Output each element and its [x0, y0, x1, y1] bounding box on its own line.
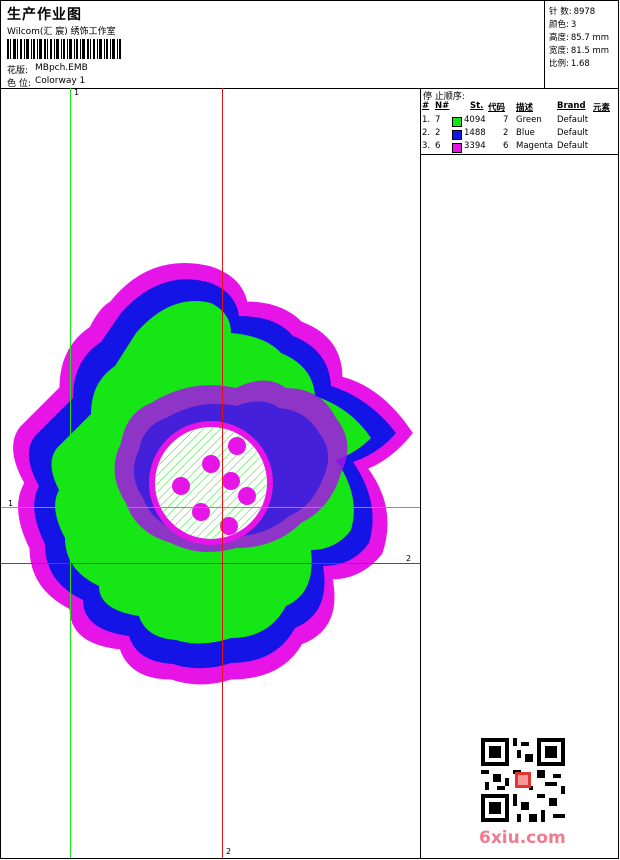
panel-divider [421, 154, 618, 155]
design-canvas[interactable]: 1 1 2 2 [1, 88, 421, 858]
stat-width: 宽度: 81.5 mm [549, 44, 609, 56]
row-needle: 7 [435, 115, 441, 125]
row-brand: Default [557, 141, 589, 151]
design-stats: 针 数: 8978 颜色: 3 高度: 85.7 mm 宽度: 81.5 mm 比例: 1… [545, 1, 618, 89]
pattern-label: 花版: [7, 66, 29, 76]
stat-label: 比例: [549, 59, 569, 69]
table-row[interactable]: 2. 2 1488 2 Blue Default [421, 128, 618, 141]
qr-code-icon [481, 738, 565, 822]
col-brand: Brand [557, 101, 586, 111]
row-description: Blue [516, 128, 535, 138]
stat-value: 1.68 [570, 59, 590, 69]
row-description: Magenta [516, 141, 554, 151]
green-axis-horizontal [1, 507, 420, 508]
stat-label: 针 数: [549, 7, 572, 17]
col-needle: N# [435, 101, 450, 111]
col-index: # [422, 101, 430, 111]
col-code: 代码 [488, 103, 506, 113]
stat-colors: 颜色: 3 [549, 18, 576, 30]
marker-1-top: 1 [74, 88, 80, 97]
embroidery-flower-image [13, 263, 413, 685]
stat-stitches: 针 数: 8978 [549, 5, 595, 17]
row-brand: Default [557, 128, 589, 138]
color-swatch [452, 117, 462, 127]
stat-scale: 比例: 1.68 [549, 57, 590, 69]
marker-2-right: 2 [406, 554, 412, 563]
row-description: Green [516, 115, 542, 125]
col-description: 描述 [516, 103, 534, 113]
company-name: Wilcom(汇 宸) 绣饰工作室 [7, 27, 116, 37]
row-index: 3. [422, 141, 431, 151]
color-swatch [452, 143, 462, 153]
stat-value: 8978 [573, 7, 596, 17]
stop-sequence-panel: 停 止顺序: # N# St. 代码 描述 Brand 元素 1. 7 4094… [421, 88, 618, 858]
stop-sequence-header: # N# St. 代码 描述 Brand 元素 [421, 101, 618, 113]
stat-height: 高度: 85.7 mm [549, 31, 609, 43]
stat-label: 颜色: [549, 20, 569, 30]
row-needle: 6 [435, 141, 441, 151]
colorway-value: Colorway 1 [35, 76, 86, 86]
stat-label: 宽度: [549, 46, 569, 56]
row-stitches: 3394 [464, 141, 486, 151]
row-needle: 2 [435, 128, 441, 138]
red-axis-horizontal [1, 563, 420, 564]
pattern-row: 花版: MBpch.EMB [7, 63, 88, 76]
stat-value: 3 [570, 20, 577, 30]
row-brand: Default [557, 115, 589, 125]
stat-value: 85.7 mm [570, 33, 610, 43]
stat-value: 81.5 mm [570, 46, 610, 56]
table-row[interactable]: 3. 6 3394 6 Magenta Default [421, 141, 618, 154]
marker-2-bottom: 2 [226, 847, 232, 856]
row-code: 7 [503, 115, 509, 125]
col-element: 元素 [593, 103, 611, 113]
row-index: 2. [422, 128, 431, 138]
header-info: 生产作业图 Wilcom(汇 宸) 绣饰工作室 花版: MBpch.EMB 色 … [1, 1, 545, 89]
col-stitches: St. [470, 101, 484, 111]
green-axis-vertical [70, 88, 71, 858]
stat-label: 高度: [549, 33, 569, 43]
table-row[interactable]: 1. 7 4094 7 Green Default [421, 115, 618, 128]
row-stitches: 1488 [464, 128, 486, 138]
row-code: 2 [503, 128, 509, 138]
row-code: 6 [503, 141, 509, 151]
pattern-value: MBpch.EMB [35, 63, 88, 73]
color-swatch [452, 130, 462, 140]
marker-1-left: 1 [8, 499, 14, 508]
row-stitches: 4094 [464, 115, 486, 125]
page-title: 生产作业图 [7, 7, 82, 23]
barcode-icon [7, 39, 121, 59]
watermark-logo: 6xiu.com [479, 828, 566, 848]
red-axis-vertical [222, 88, 223, 858]
row-index: 1. [422, 115, 431, 125]
